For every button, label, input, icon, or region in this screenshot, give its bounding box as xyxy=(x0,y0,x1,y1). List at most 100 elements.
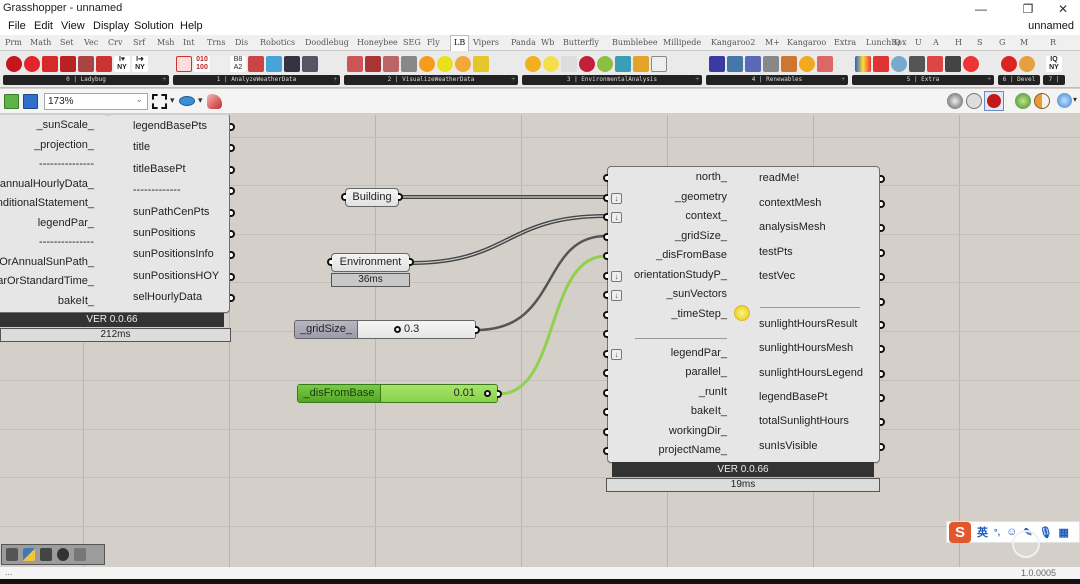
photovoltaic-icon[interactable] xyxy=(709,56,725,72)
import-epw-icon[interactable] xyxy=(60,56,76,72)
ladybug-icon[interactable] xyxy=(6,56,22,72)
menu-edit[interactable]: Edit xyxy=(34,20,53,32)
import-stat-icon[interactable] xyxy=(78,56,94,72)
i-arrow-ny-icon[interactable]: I➜ NY xyxy=(132,56,148,72)
rhino-icon[interactable] xyxy=(57,548,69,561)
output-grip[interactable] xyxy=(880,248,885,257)
input-grip[interactable] xyxy=(603,447,608,455)
grid-menu-icon[interactable]: ▦ xyxy=(1059,526,1069,539)
legend-icon[interactable] xyxy=(855,56,871,72)
thermometer-icon[interactable] xyxy=(248,56,264,72)
tab-doodlebug[interactable]: Doodlebug xyxy=(305,38,349,47)
tab-trns[interactable]: Trns xyxy=(207,38,225,47)
chart-icon[interactable] xyxy=(176,56,192,72)
recolor-icon[interactable] xyxy=(891,56,907,72)
zoom-extents-icon[interactable] xyxy=(152,94,167,109)
view-analysis-icon[interactable] xyxy=(579,56,595,72)
dropdown-arrow-icon[interactable]: ▾ xyxy=(170,95,175,106)
weather-file-icon[interactable] xyxy=(42,56,58,72)
menu-view[interactable]: View xyxy=(61,20,85,32)
sunlight-hours-component[interactable]: north_ _geometry ↓ context_ ↓ _gridSize_ _disF… xyxy=(603,166,885,463)
sogou-logo-icon[interactable]: S xyxy=(949,521,971,543)
sun-burst-icon[interactable] xyxy=(525,56,541,72)
microphone-icon[interactable]: 🎙 xyxy=(1039,526,1053,539)
tab-msh[interactable]: Msh xyxy=(157,38,174,47)
selected-only-icon[interactable] xyxy=(1015,93,1031,109)
input-grip[interactable] xyxy=(603,408,608,416)
wire-gridsize[interactable] xyxy=(476,234,607,332)
tab-vec[interactable]: Vec xyxy=(84,38,98,47)
tab-a[interactable]: A xyxy=(933,38,939,47)
clock-icon[interactable] xyxy=(1019,56,1035,72)
sunpath-component[interactable]: _sunScale_ _projection_ --------------- ann… xyxy=(0,115,235,313)
factory-icon[interactable] xyxy=(763,56,779,72)
ab-icon[interactable]: B8 A2 xyxy=(230,56,246,72)
tab-dis[interactable]: Dis xyxy=(235,38,248,47)
input-grip[interactable] xyxy=(603,252,608,260)
slider-knob[interactable] xyxy=(394,326,401,333)
tab-butterfly[interactable]: Butterfly xyxy=(563,38,599,47)
sunpath-icon[interactable] xyxy=(347,56,363,72)
input-grip[interactable] xyxy=(603,213,608,221)
input-grip[interactable] xyxy=(341,193,346,201)
sun-glasses-icon[interactable] xyxy=(799,56,815,72)
colors-icon[interactable] xyxy=(873,56,889,72)
radiation-rose-icon[interactable] xyxy=(455,56,471,72)
mesh-settings-icon[interactable] xyxy=(1057,93,1072,108)
tab-q[interactable]: Q xyxy=(894,38,901,47)
tab-u[interactable]: U xyxy=(915,38,922,47)
tab-r[interactable]: R xyxy=(1050,38,1056,47)
wind-icon[interactable] xyxy=(266,56,282,72)
download-icon[interactable] xyxy=(6,548,18,561)
navigation-wheel[interactable] xyxy=(1012,530,1040,558)
tab-lb[interactable]: LB xyxy=(450,35,470,52)
input-grip[interactable] xyxy=(603,369,608,377)
tab-kangaroo[interactable]: Kangaroo xyxy=(787,38,826,47)
input-grip[interactable] xyxy=(603,330,608,338)
input-grip[interactable] xyxy=(603,232,608,241)
preview-wireframe-icon[interactable] xyxy=(966,93,982,109)
gridsize-slider[interactable]: _gridSize_ 0.3 xyxy=(294,320,476,339)
tab-int[interactable]: Int xyxy=(183,38,195,47)
tilt-icon[interactable] xyxy=(817,56,833,72)
tab-set[interactable]: Set xyxy=(60,38,73,47)
i-search-ny-icon[interactable]: IQ NY xyxy=(1046,56,1062,72)
input-grip[interactable] xyxy=(603,310,608,319)
shade-designer-icon[interactable] xyxy=(651,56,667,72)
input-grip[interactable] xyxy=(603,349,608,358)
input-grip[interactable] xyxy=(603,388,608,397)
input-grip[interactable] xyxy=(603,427,608,436)
tab-m[interactable]: M xyxy=(1020,38,1028,47)
disfrombase-slider[interactable]: _disFromBase 0.01 xyxy=(297,384,498,403)
input-grip[interactable] xyxy=(603,193,608,202)
tab-math[interactable]: Math xyxy=(30,38,51,47)
devel-icon[interactable] xyxy=(1001,56,1017,72)
solar-water-icon[interactable] xyxy=(727,56,743,72)
wind-rose-icon[interactable] xyxy=(401,56,417,72)
close-button[interactable]: ✕ xyxy=(1048,1,1078,17)
open-file-icon[interactable] xyxy=(4,94,19,109)
dmh-icon[interactable] xyxy=(212,56,228,72)
people-icon[interactable] xyxy=(927,56,943,72)
slider-knob[interactable] xyxy=(484,390,491,397)
document-preview-icon[interactable] xyxy=(1034,93,1050,109)
input-grip[interactable] xyxy=(603,174,608,182)
tab-vipers[interactable]: Vipers xyxy=(473,38,499,47)
menu-solution[interactable]: Solution xyxy=(134,20,174,32)
tab-wb[interactable]: Wb xyxy=(541,38,554,47)
input-grip[interactable] xyxy=(603,271,608,280)
input-grip[interactable] xyxy=(603,291,608,299)
ime-language-toggle[interactable]: 英 xyxy=(977,524,988,540)
slider-track[interactable]: 0.01 xyxy=(381,385,497,402)
tab-g[interactable]: G xyxy=(999,38,1005,47)
monthly-chart-icon[interactable] xyxy=(383,56,399,72)
dropdown-arrow-icon[interactable]: ▾ xyxy=(1073,95,1077,104)
orientation-icon[interactable] xyxy=(633,56,649,72)
cluster-icon[interactable] xyxy=(74,548,86,561)
shading-icon[interactable] xyxy=(561,56,577,72)
seated-person-icon[interactable] xyxy=(945,56,961,72)
output-grip[interactable] xyxy=(880,442,885,451)
minimize-button[interactable]: — xyxy=(966,1,996,17)
sun-icon[interactable] xyxy=(419,56,435,72)
grasshopper-canvas[interactable]: _sunScale_ _projection_ --------------- ann… xyxy=(0,115,1080,567)
